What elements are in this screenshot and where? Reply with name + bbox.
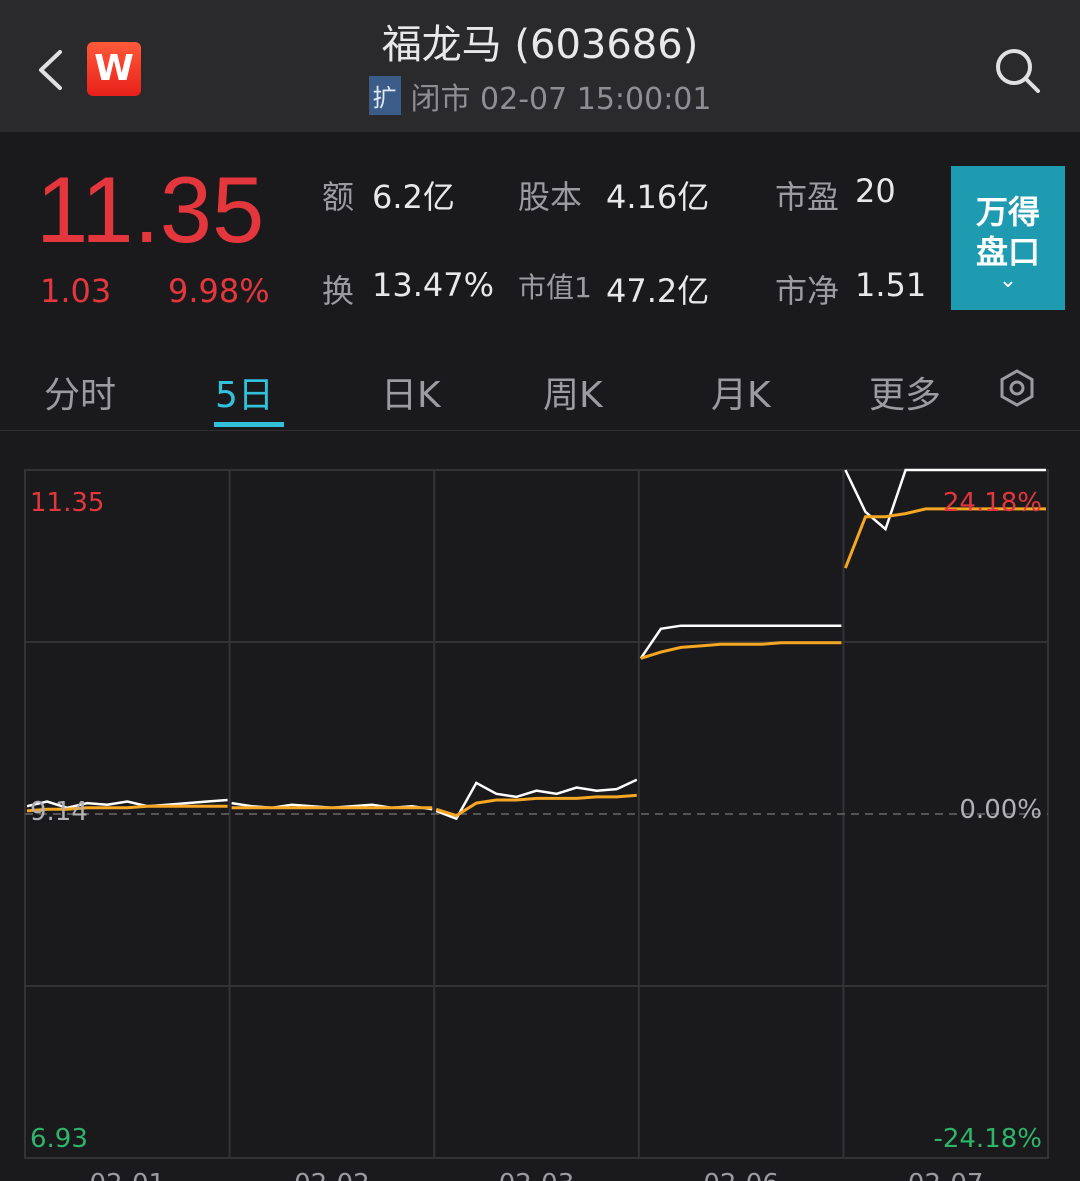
chevron-down-icon: ⌄ bbox=[998, 268, 1018, 293]
stat-value-share-capital: 4.16亿 bbox=[606, 178, 710, 216]
stat-value-pb: 1.51 bbox=[855, 266, 927, 304]
stat-value-market-cap: 47.2亿 bbox=[606, 272, 710, 310]
chart-grid bbox=[24, 469, 1049, 1159]
order-book-button[interactable]: 万得 盘口 ⌄ bbox=[951, 166, 1065, 310]
pct-label-low: -24.18% bbox=[933, 1124, 1042, 1154]
market-status: 闭市 02-07 15:00:01 bbox=[410, 82, 712, 117]
last-price: 11.35 bbox=[36, 157, 265, 262]
stat-label-pb: 市净 bbox=[775, 272, 840, 310]
tab-more[interactable]: 更多 bbox=[869, 366, 941, 418]
search-icon[interactable] bbox=[993, 46, 1041, 94]
tab-intraday[interactable]: 分时 bbox=[44, 366, 116, 418]
tab-divider bbox=[0, 430, 1080, 431]
wind-logo-icon[interactable]: W bbox=[87, 42, 141, 96]
x-tick-label: 02-06 bbox=[703, 1169, 779, 1181]
stat-label-amount: 额 bbox=[322, 178, 355, 216]
x-tick-label: 02-07 bbox=[908, 1169, 984, 1181]
tab-weekly-k[interactable]: 周K bbox=[543, 366, 603, 418]
status-row: 扩闭市 02-07 15:00:01 bbox=[240, 74, 840, 118]
stat-value-pe: 20 bbox=[855, 172, 896, 210]
average-price-line-02-06 bbox=[640, 641, 842, 660]
page-title: 福龙马 (603686) bbox=[381, 22, 699, 68]
settings-hex-icon[interactable] bbox=[997, 368, 1037, 408]
chevron-left-icon[interactable] bbox=[36, 48, 64, 92]
price-change: 1.03 bbox=[40, 272, 112, 310]
order-book-label-2: 盘口 bbox=[975, 233, 1040, 271]
stat-label-market-cap: 市值1 bbox=[518, 271, 592, 304]
expand-badge[interactable]: 扩 bbox=[368, 76, 401, 115]
tab-daily-k[interactable]: 日K bbox=[381, 366, 441, 418]
stat-label-turnover: 换 bbox=[322, 272, 355, 310]
price-change-pct: 9.98% bbox=[168, 272, 270, 310]
pct-label-high: 24.18% bbox=[943, 488, 1042, 518]
y-label-high: 11.35 bbox=[30, 488, 104, 518]
five-day-chart[interactable]: 11.35 9.14 6.93 24.18% 0.00% -24.18% 02-… bbox=[0, 440, 1080, 1181]
stat-value-turnover: 13.47% bbox=[372, 266, 495, 304]
tab-5-day[interactable]: 5日 bbox=[215, 366, 274, 418]
stat-label-pe: 市盈 bbox=[775, 178, 840, 216]
tab-monthly-k[interactable]: 月K bbox=[711, 366, 771, 418]
chart-lines bbox=[26, 468, 1046, 821]
stat-value-amount: 6.2亿 bbox=[372, 178, 455, 216]
pct-label-base: 0.00% bbox=[959, 795, 1042, 825]
active-tab-indicator bbox=[214, 422, 284, 427]
y-label-low: 6.93 bbox=[30, 1124, 88, 1154]
order-book-label-1: 万得 bbox=[975, 193, 1040, 231]
x-axis-labels: 02-01 02-02 02-03 02-06 02-07 bbox=[90, 1169, 984, 1181]
x-tick-label: 02-01 bbox=[90, 1169, 166, 1181]
y-label-base: 9.14 bbox=[30, 797, 88, 827]
x-tick-label: 02-03 bbox=[499, 1169, 575, 1181]
x-tick-label: 02-02 bbox=[294, 1169, 370, 1181]
stat-label-share-capital: 股本 bbox=[518, 178, 583, 216]
